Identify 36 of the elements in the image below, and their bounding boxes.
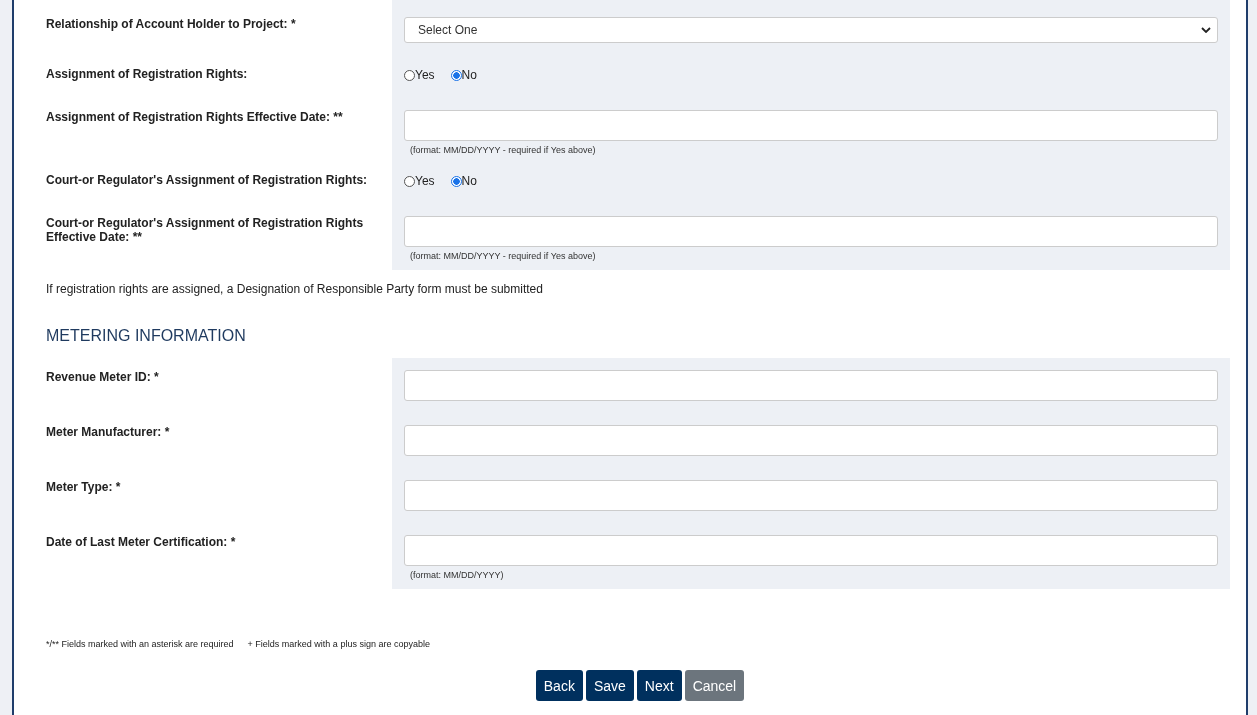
- input-field[interactable]: [404, 110, 1218, 141]
- footnote: + Fields marked with a plus sign are copyable: [247, 639, 430, 649]
- action-button[interactable]: Next: [636, 670, 682, 701]
- field-label: Court-or Regulator's Assignment of Registration Rights:: [46, 173, 368, 187]
- field-label: Court-or Regulator's Assignment of Registration Rights Effective Date: **: [46, 216, 364, 244]
- action-button[interactable]: Back: [535, 670, 583, 701]
- field-label: Meter Type: *: [46, 480, 121, 494]
- action-button[interactable]: Cancel: [684, 670, 745, 701]
- radio-label: Yes: [415, 174, 435, 188]
- input-field[interactable]: [404, 216, 1218, 247]
- format-hint: (format: MM/DD/YYYY - required if Yes above): [409, 145, 597, 155]
- field-label: Assignment of Registration Rights:: [46, 67, 248, 81]
- field-label: Relationship of Account Holder to Project: *: [46, 17, 296, 31]
- field-label: Revenue Meter ID: *: [46, 370, 159, 384]
- radio-label: Yes: [415, 68, 435, 82]
- input-field[interactable]: [404, 535, 1218, 566]
- section-heading: METERING INFORMATION: [46, 327, 247, 345]
- footnote: */** Fields marked with an asterisk are required: [46, 639, 234, 649]
- radio-button[interactable]: [404, 69, 415, 81]
- radio-button[interactable]: [450, 69, 462, 81]
- input-field[interactable]: [404, 480, 1218, 511]
- input-field[interactable]: [404, 425, 1218, 456]
- select-field[interactable]: Select One: [404, 17, 1218, 43]
- radio-button[interactable]: [450, 175, 462, 187]
- input-field[interactable]: [404, 370, 1218, 401]
- format-hint: (format: MM/DD/YYYY - required if Yes above): [409, 251, 597, 261]
- field-label: Assignment of Registration Rights Effective Date: **: [46, 110, 343, 124]
- assignment-note: If registration rights are assigned, a Designation of Responsible Party form must be submitted: [46, 282, 544, 296]
- radio-label: No: [461, 174, 477, 188]
- chevron-icon: [1201, 27, 1211, 33]
- radio-button[interactable]: [404, 175, 415, 187]
- field-label: Date of Last Meter Certification: *: [46, 535, 236, 549]
- radio-label: No: [461, 68, 477, 82]
- format-hint: (format: MM/DD/YYYY): [409, 570, 505, 580]
- field-label: Meter Manufacturer: *: [46, 425, 170, 439]
- action-button[interactable]: Save: [585, 670, 634, 701]
